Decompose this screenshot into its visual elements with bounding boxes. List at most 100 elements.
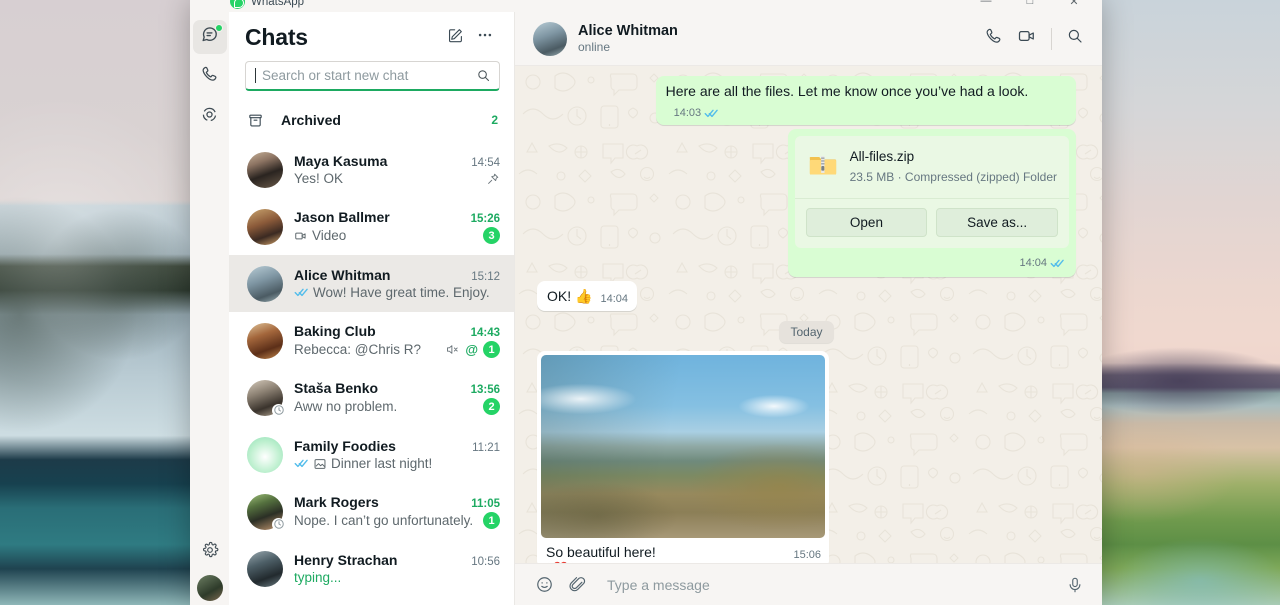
conversation-actions: [984, 26, 1084, 51]
chat-item-preview: typing...: [294, 570, 500, 585]
chat-list-scroll[interactable]: Archived 2 Maya Kasuma 14:54 Yes! OK Jason …: [229, 99, 514, 605]
chat-item-content: Staša Benko 13:56 Aww no problem. 2: [294, 380, 500, 415]
maximize-button[interactable]: □: [1008, 0, 1052, 12]
message-row: Here are all the files. Let me know once…: [537, 76, 1076, 125]
chat-list-item[interactable]: Baking Club 14:43 Rebecca: @Chris R? @1: [229, 312, 514, 369]
compose-icon: [447, 27, 464, 49]
file-message-bubble[interactable]: All-files.zip 23.5 MB · Compressed (zippe…: [787, 129, 1076, 277]
unread-badge: 1: [483, 341, 500, 358]
chat-item-preview: Dinner last night!: [294, 456, 500, 471]
chat-item-name: Alice Whitman: [294, 267, 391, 283]
chat-list-item[interactable]: Maya Kasuma 14:54 Yes! OK: [229, 141, 514, 198]
chat-item-preview-text: Aww no problem.: [294, 399, 398, 414]
day-divider-label: Today: [779, 321, 834, 343]
chat-list-menu-button[interactable]: [470, 22, 500, 53]
archived-row[interactable]: Archived 2: [229, 99, 514, 141]
unread-badge: 1: [483, 512, 500, 529]
gear-icon: [201, 541, 219, 564]
status-icon: [200, 105, 219, 129]
chat-item-content: Jason Ballmer 15:26 Video 3: [294, 209, 500, 244]
avatar[interactable]: [247, 379, 285, 417]
photo-attachment[interactable]: [541, 355, 825, 538]
avatar[interactable]: [247, 151, 283, 188]
message-input[interactable]: Type a message: [601, 577, 1052, 593]
text-caret: [255, 68, 256, 83]
contact-avatar[interactable]: [533, 21, 567, 56]
emoji-button[interactable]: [535, 575, 554, 594]
avatar[interactable]: [247, 493, 285, 531]
chat-list-item[interactable]: Alice Whitman 15:12 Wow! Have great time. …: [229, 255, 514, 312]
avatar[interactable]: [247, 322, 283, 359]
chat-item-time: 11:05: [471, 498, 500, 510]
message-list[interactable]: Here are all the files. Let me know once…: [515, 66, 1102, 563]
photo-message-bubble[interactable]: So beautiful here! 15:06: [537, 351, 829, 563]
message-row: OK! 👍 14:04: [537, 281, 1076, 311]
chat-item-content: Baking Club 14:43 Rebecca: @Chris R? @1: [294, 323, 500, 358]
chat-list-item[interactable]: Staša Benko 13:56 Aww no problem. 2: [229, 369, 514, 426]
search-input[interactable]: Search or start new chat: [245, 61, 500, 91]
nav-item-calls[interactable]: [193, 60, 227, 94]
nav-item-settings[interactable]: [193, 535, 227, 569]
chat-list-item[interactable]: Family Foodies 11:21 Dinner last night!: [229, 426, 514, 483]
message-reaction[interactable]: ❤️: [547, 559, 574, 563]
unread-badge: 3: [483, 227, 500, 244]
search-chat-button[interactable]: [1066, 27, 1084, 50]
nav-rail: [190, 12, 229, 605]
attach-button[interactable]: [568, 575, 587, 594]
day-divider: Today: [537, 321, 1076, 343]
text-message-bubble[interactable]: OK! 👍 14:04: [537, 281, 637, 311]
chat-item-content: Maya Kasuma 14:54 Yes! OK: [294, 153, 500, 186]
search-icon: [476, 68, 491, 83]
desktop: WhatsApp — □ ✕ Chats Search or start new…: [0, 0, 1280, 605]
avatar[interactable]: [247, 436, 283, 473]
read-ticks-icon: [1050, 256, 1065, 271]
pin-icon: [486, 172, 500, 186]
new-chat-button[interactable]: [441, 23, 470, 53]
message-time: 14:04: [1019, 257, 1047, 269]
app-brand: WhatsApp: [230, 0, 304, 9]
page-title: Chats: [245, 24, 308, 50]
search-placeholder: Search or start new chat: [262, 68, 409, 83]
chat-item-preview-text: Dinner last night!: [331, 456, 433, 471]
voice-message-button[interactable]: [1066, 576, 1084, 594]
avatar[interactable]: [247, 208, 283, 245]
save-as-button[interactable]: Save as...: [936, 208, 1059, 237]
nav-item-chats[interactable]: [192, 20, 227, 54]
chat-list-item[interactable]: Mark Rogers 11:05 Nope. I can’t go unfortu…: [229, 483, 514, 540]
chat-item-time: 14:43: [470, 327, 500, 339]
chat-list-item[interactable]: [229, 597, 514, 605]
unread-badge: 2: [483, 398, 500, 415]
chat-list-item[interactable]: Henry Strachan 10:56 typing...: [229, 540, 514, 597]
chat-item-content: Mark Rogers 11:05 Nope. I can’t go unfortu…: [294, 494, 500, 529]
file-subtitle: 23.5 MB · Compressed (zipped) Folder: [849, 170, 1057, 184]
profile-avatar[interactable]: [196, 575, 223, 601]
contact-info[interactable]: Alice Whitman online: [578, 23, 973, 54]
chat-item-time: 14:54: [471, 157, 500, 169]
message-row: So beautiful here! 15:06 ❤️: [537, 351, 1076, 563]
close-button[interactable]: ✕: [1052, 0, 1096, 12]
file-message-meta: 14:04: [795, 248, 1069, 270]
voice-call-button[interactable]: [984, 27, 1003, 51]
avatar[interactable]: [247, 265, 283, 302]
text-message-bubble[interactable]: Here are all the files. Let me know once…: [655, 76, 1076, 125]
chat-item-preview: Aww no problem.: [294, 399, 478, 414]
file-card: All-files.zip 23.5 MB · Compressed (zippe…: [794, 136, 1069, 248]
archived-label: Archived: [281, 112, 341, 128]
minimize-button[interactable]: —: [964, 0, 1008, 12]
nav-item-status[interactable]: [193, 100, 227, 134]
open-file-button[interactable]: Open: [805, 208, 928, 237]
chat-list-item[interactable]: Jason Ballmer 15:26 Video 3: [229, 198, 514, 255]
conversation-pane: Alice Whitman online Here are all the fi…: [515, 12, 1102, 605]
chat-item-preview: Yes! OK: [294, 171, 481, 186]
chat-list-header: Chats: [229, 12, 514, 59]
chat-item-content: Family Foodies 11:21 Dinner last night!: [294, 438, 500, 471]
message-meta: 14:04: [600, 290, 628, 309]
read-ticks-icon: [294, 456, 309, 471]
message-meta: 15:06: [793, 546, 821, 563]
wallpaper-right: [1080, 0, 1280, 605]
avatar[interactable]: [247, 550, 283, 587]
video-call-button[interactable]: [1017, 26, 1037, 51]
photo-icon: [313, 457, 327, 471]
chat-item-preview-text: Rebecca: @Chris R?: [294, 342, 421, 357]
app-title: WhatsApp: [251, 0, 305, 8]
